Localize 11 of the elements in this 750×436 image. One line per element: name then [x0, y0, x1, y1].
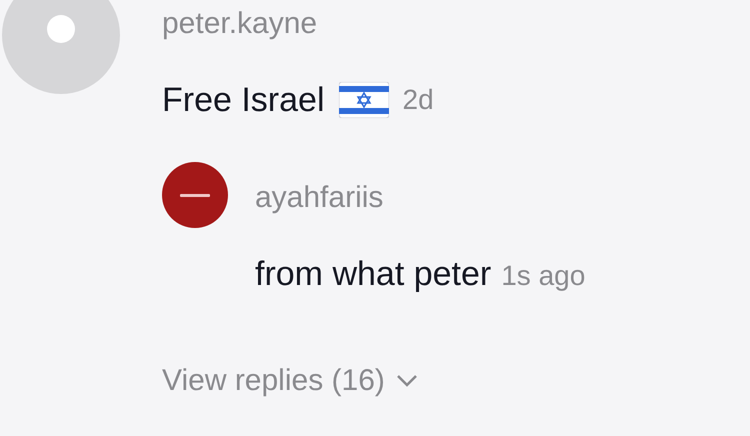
view-replies-button[interactable]: View replies (16): [162, 361, 586, 401]
person-icon: [47, 15, 75, 43]
comment-text: Free Israel: [162, 80, 324, 121]
reply-username[interactable]: ayahfariis: [255, 178, 586, 218]
logo-icon: [180, 192, 210, 198]
flag-icon: [338, 82, 388, 118]
username[interactable]: peter.kayne: [162, 4, 586, 44]
chevron-down-icon: [394, 373, 419, 389]
comment-time: 2d: [402, 83, 434, 117]
reply-text: from what peter: [255, 254, 492, 295]
reply-time: 1s ago: [501, 259, 586, 293]
